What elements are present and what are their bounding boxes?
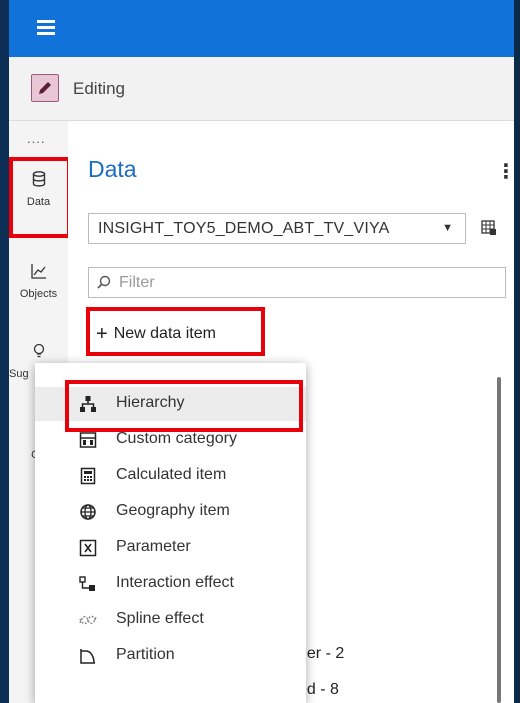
menu-item-label: Calculated item: [116, 466, 227, 483]
interaction-effect-icon: [79, 576, 95, 591]
editing-label: Editing: [73, 79, 125, 98]
sidebar-item-label: Objects: [19, 288, 58, 300]
menu-item-partition[interactable]: Partition: [35, 639, 306, 673]
menu-item-interaction-effect[interactable]: Interaction effect: [35, 567, 306, 601]
pencil-icon[interactable]: [31, 74, 59, 102]
parameter-icon: [79, 539, 97, 557]
menu-item-geography-item[interactable]: Geography item: [35, 495, 306, 529]
custom-category-icon: [79, 432, 97, 448]
line-chart-icon: [30, 264, 46, 279]
filter-input[interactable]: Filter: [88, 267, 506, 298]
edit-mode-bar: Editing: [9, 57, 514, 121]
menu-item-label: Geography item: [116, 502, 230, 519]
data-table-icon[interactable]: [481, 220, 497, 241]
window-frame-left: [0, 0, 9, 703]
menu-item-label: Parameter: [116, 538, 191, 555]
datasource-value: INSIGHT_TOY5_DEMO_ABT_TV_VIYA: [98, 220, 390, 237]
menu-item-label: Spline effect: [116, 610, 204, 627]
globe-icon: [80, 504, 96, 520]
sidebar-item-objects[interactable]: Objects: [9, 263, 68, 300]
more-dots-icon[interactable]: ....: [27, 131, 45, 146]
menu-item-label: Interaction effect: [116, 574, 234, 591]
filter-placeholder: Filter: [119, 274, 155, 291]
pane-title: Data: [88, 156, 137, 182]
highlight-box-data-tab: [9, 157, 71, 238]
spline-effect-icon: [79, 615, 97, 625]
hamburger-menu-icon[interactable]: [37, 20, 55, 36]
lightbulb-icon: [33, 343, 44, 358]
search-icon: [97, 275, 111, 289]
highlight-box-hierarchy: [65, 380, 303, 432]
app-header: [9, 0, 514, 57]
menu-item-label: Custom category: [116, 430, 237, 447]
window-frame-right: [514, 0, 520, 703]
partition-icon: [80, 649, 95, 664]
menu-item-spline-effect[interactable]: Spline effect: [35, 603, 306, 637]
highlight-box-new-data-item: [86, 307, 265, 356]
menu-item-calculated-item[interactable]: Calculated item: [35, 459, 306, 493]
calculator-icon: [80, 467, 96, 485]
scrollbar[interactable]: [497, 377, 501, 703]
menu-item-label: Partition: [116, 646, 175, 663]
pane-options-icon[interactable]: ⋮: [496, 159, 516, 184]
menu-item-parameter[interactable]: Parameter: [35, 531, 306, 565]
chevron-down-icon: ▼: [442, 222, 453, 234]
datasource-select[interactable]: INSIGHT_TOY5_DEMO_ABT_TV_VIYA ▼: [88, 213, 466, 244]
